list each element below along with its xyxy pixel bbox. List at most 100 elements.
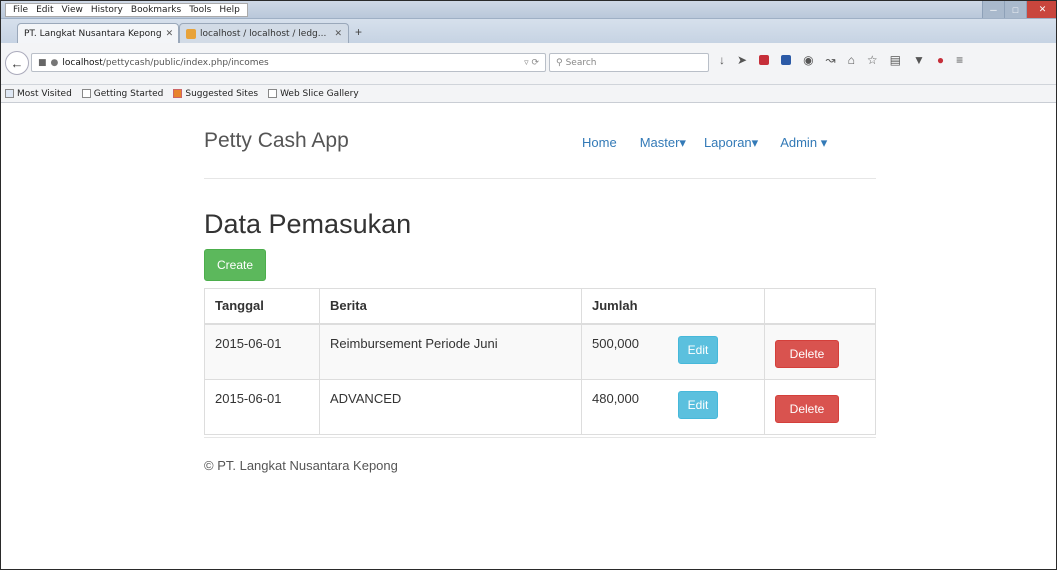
bookmark-star-icon[interactable]: ☆	[867, 53, 878, 67]
addon-red-icon[interactable]	[759, 55, 770, 65]
nav-home[interactable]: Home	[582, 135, 617, 151]
footer-divider	[204, 437, 876, 438]
nav-admin[interactable]: Admin ▾	[780, 135, 827, 151]
nav-laporan[interactable]: Laporan▾	[704, 135, 758, 151]
cell-tanggal: 2015-06-01	[204, 323, 320, 380]
bookmark-label: Suggested Sites	[185, 88, 259, 99]
browser-window: File Edit View History Bookmarks Tools H…	[0, 0, 1057, 570]
table-row: 2015-06-01 ADVANCED 480,000 Edit Delete	[204, 378, 876, 435]
suggested-sites-icon	[173, 89, 183, 98]
bookmark-label: Getting Started	[93, 88, 164, 99]
globe-icon: ●	[50, 57, 59, 68]
cell-berita: Reimbursement Periode Juni	[319, 323, 582, 380]
close-tab-icon[interactable]: ✕	[334, 29, 342, 39]
back-arrow-icon[interactable]: ←	[5, 51, 29, 75]
footer-text: © PT. Langkat Nusantara Kepong	[204, 458, 398, 473]
search-input[interactable]: ⚲ Search	[549, 53, 709, 72]
close-window-button[interactable]: ✕	[1026, 1, 1056, 18]
page-icon	[81, 89, 91, 98]
search-placeholder: Search	[565, 57, 597, 68]
nav-label: Admin	[780, 135, 818, 150]
edit-button[interactable]: Edit	[678, 390, 718, 419]
new-tab-icon[interactable]: +	[355, 25, 362, 39]
minimize-button[interactable]: ─	[982, 1, 1004, 18]
menu-file[interactable]: File	[9, 5, 32, 15]
col-tanggal: Tanggal	[204, 288, 320, 325]
page-content: Petty Cash App Home Master▾ Laporan▾ Adm…	[1, 103, 1056, 569]
nav-label: Master	[639, 135, 680, 150]
download-icon[interactable]: ↓	[719, 53, 725, 67]
incomes-table: Tanggal Berita Jumlah 2015-06-01 Reimbur…	[204, 288, 876, 435]
cell-jumlah: 480,000 Edit	[581, 378, 765, 435]
nav-master[interactable]: Master▾	[640, 135, 686, 151]
app-brand[interactable]: Petty Cash App	[204, 129, 349, 153]
phpmyadmin-favicon-icon	[186, 28, 196, 39]
menu-bookmarks[interactable]: Bookmarks	[127, 5, 185, 15]
page-title: Data Pemasukan	[204, 209, 412, 239]
table-row: 2015-06-01 Reimbursement Periode Juni 50…	[204, 323, 876, 380]
send-icon[interactable]: ➤	[737, 53, 747, 67]
reload-icon[interactable]: ▿ ⟳	[524, 58, 539, 68]
col-jumlah: Jumlah	[581, 288, 765, 325]
bookmarks-list-icon[interactable]: ▤	[890, 53, 901, 67]
nav-label: Laporan	[703, 135, 752, 150]
tab-strip: PT. Langkat Nusantara Kepong ✕ localhost…	[1, 19, 1056, 43]
top-nav: Home Master▾ Laporan▾ Admin ▾	[582, 135, 827, 151]
close-tab-icon[interactable]: ✕	[166, 29, 174, 39]
bookmark-getting-started[interactable]: Getting Started	[81, 88, 164, 99]
url-path: /pettycash/public/index.php/incomes	[102, 57, 269, 68]
jumlah-value: 500,000	[592, 335, 639, 351]
menu-view[interactable]: View	[58, 5, 87, 15]
cell-tanggal: 2015-06-01	[204, 378, 320, 435]
navigation-toolbar: ← ■ ● localhost/pettycash/public/index.p…	[1, 43, 1056, 85]
shield-icon[interactable]: ▼	[913, 53, 925, 67]
caret-down-icon: ▾	[751, 135, 759, 150]
home-icon[interactable]: ⌂	[848, 53, 855, 67]
tab-title: PT. Langkat Nusantara Kepong	[24, 28, 162, 39]
addon-icon[interactable]: ↝	[826, 53, 836, 67]
url-host: localhost	[62, 57, 103, 68]
tab-localhost[interactable]: localhost / localhost / ledg... ✕	[179, 23, 349, 43]
bookmark-folder-icon	[5, 89, 14, 98]
pocket-icon[interactable]: ◉	[803, 53, 813, 67]
tab-petty-cash[interactable]: PT. Langkat Nusantara Kepong ✕	[17, 23, 179, 43]
menu-history[interactable]: History	[87, 5, 127, 15]
toolbar-icons: ↓ ➤ ◉ ↝ ⌂ ☆ ▤ ▼ ● ≡	[719, 53, 963, 67]
edit-button[interactable]: Edit	[678, 335, 718, 364]
window-controls: ─ □ ✕	[982, 1, 1056, 18]
bookmarks-toolbar: Most Visited Getting Started Suggested S…	[1, 85, 1056, 103]
delete-button[interactable]: Delete	[775, 339, 839, 368]
maximize-button[interactable]: □	[1004, 1, 1026, 18]
cell-actions: Delete	[764, 378, 876, 435]
menu-hamburger-icon[interactable]: ≡	[956, 53, 963, 67]
menu-bar: File Edit View History Bookmarks Tools H…	[5, 3, 248, 17]
menu-help[interactable]: Help	[215, 5, 244, 15]
delete-button[interactable]: Delete	[775, 394, 839, 423]
bookmark-label: Web Slice Gallery	[280, 88, 359, 99]
url-bar[interactable]: ■ ● localhost/pettycash/public/index.php…	[31, 53, 546, 72]
cell-berita: ADVANCED	[319, 378, 582, 435]
bookmark-web-slice[interactable]: Web Slice Gallery	[268, 89, 359, 99]
table-header-row: Tanggal Berita Jumlah	[204, 288, 876, 325]
identity-icon[interactable]: ■	[38, 58, 47, 68]
menu-edit[interactable]: Edit	[32, 5, 57, 15]
addon-record-icon[interactable]: ●	[937, 53, 944, 67]
caret-down-icon: ▾	[820, 135, 828, 150]
col-actions	[764, 288, 876, 325]
menu-tools[interactable]: Tools	[185, 5, 215, 15]
addon-blue-icon[interactable]	[781, 55, 792, 65]
jumlah-value: 480,000	[592, 390, 639, 406]
bookmark-label: Most Visited	[17, 88, 72, 99]
search-icon: ⚲	[556, 57, 563, 68]
page-icon	[268, 89, 278, 98]
caret-down-icon: ▾	[679, 135, 686, 150]
bookmark-most-visited[interactable]: Most Visited	[5, 89, 72, 99]
header-divider	[204, 178, 876, 179]
cell-jumlah: 500,000 Edit	[581, 323, 765, 380]
create-button[interactable]: Create	[204, 249, 266, 281]
title-bar: File Edit View History Bookmarks Tools H…	[1, 1, 1056, 19]
col-berita: Berita	[319, 288, 582, 325]
bookmark-suggested-sites[interactable]: Suggested Sites	[173, 89, 258, 99]
cell-actions: Delete	[764, 323, 876, 380]
tab-title: localhost / localhost / ledg...	[200, 28, 327, 39]
